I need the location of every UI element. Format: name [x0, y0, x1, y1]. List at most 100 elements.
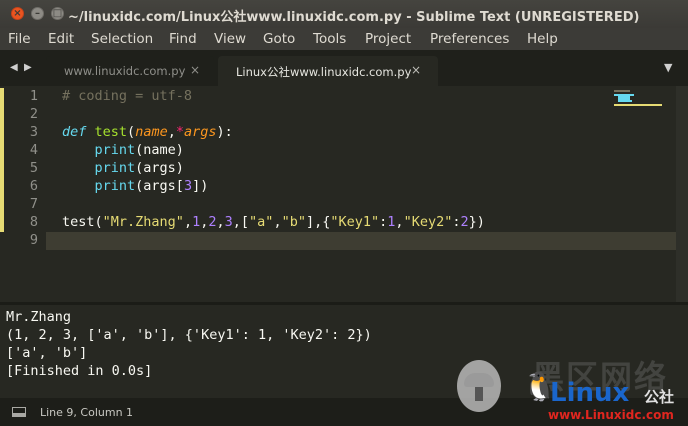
- output-line: Mr.Zhang: [6, 309, 72, 325]
- line-number: 9: [29, 232, 38, 248]
- code-line[interactable]: test("Mr.Zhang",1,2,3,["a","b"],{"Key1":…: [62, 214, 485, 232]
- close-window-button[interactable]: ×: [11, 7, 24, 20]
- menu-goto[interactable]: Goto: [263, 31, 295, 47]
- code-line[interactable]: # coding = utf-8: [62, 88, 192, 106]
- maximize-icon: □: [52, 8, 63, 19]
- code-token: ],{: [305, 214, 331, 230]
- menu-bar: File Edit Selection Find View Goto Tools…: [0, 28, 688, 50]
- output-line: ['a', 'b']: [6, 345, 88, 361]
- line-number: 8: [29, 214, 38, 230]
- code-token: (: [94, 214, 103, 230]
- code-token: # coding = utf-8: [62, 88, 193, 104]
- panel-toggle-icon[interactable]: [12, 407, 26, 417]
- code-token: print: [94, 160, 136, 176]
- watermark-mushroom-stem: [475, 387, 483, 401]
- code-line[interactable]: print(args): [62, 160, 184, 178]
- code-token: (args[: [135, 178, 184, 194]
- code-token: def: [62, 124, 87, 140]
- code-token: (args): [135, 160, 184, 176]
- code-token: 2: [208, 214, 217, 230]
- code-token: "Mr.Zhang": [102, 214, 184, 230]
- tab-linux-gongshe[interactable]: Linux公社www.linuxidc.com.py ×: [218, 56, 438, 86]
- line-number: 7: [29, 196, 38, 212]
- code-line[interactable]: def test(name,*args):: [62, 124, 233, 142]
- tab-bar: ◀ ▶ www.linuxidc.com.py × Linux公社www.lin…: [0, 50, 688, 86]
- code-token: ,: [273, 214, 282, 230]
- code-token: 1: [192, 214, 201, 230]
- editor-scrollbar[interactable]: [676, 86, 688, 302]
- line-number: 6: [29, 178, 38, 194]
- watermark: 黑区网络 🐧 Linux 公社 www.Linuxidc.com: [452, 340, 688, 426]
- menu-file[interactable]: File: [8, 31, 31, 47]
- code-token: test: [94, 124, 128, 140]
- watermark-mushroom-icon: [464, 373, 494, 387]
- code-token: ]): [192, 178, 209, 194]
- cursor-position: Line 9, Column 1: [40, 406, 134, 419]
- tab-nav-right-icon[interactable]: ▶: [24, 62, 32, 73]
- code-token: "b": [281, 214, 306, 230]
- code-line[interactable]: print(args[3]): [62, 178, 209, 196]
- code-token: *: [175, 124, 184, 140]
- code-token: "Key1": [330, 214, 380, 230]
- tab-nav-left-icon[interactable]: ◀: [10, 62, 18, 73]
- code-token: ,: [395, 214, 404, 230]
- code-token: 3: [183, 178, 193, 194]
- line-number: 1: [29, 88, 38, 104]
- menu-find[interactable]: Find: [169, 31, 197, 47]
- minimap-line: [614, 90, 630, 92]
- tab-label: Linux公社www.linuxidc.com.py: [236, 65, 412, 79]
- code-token: }): [468, 214, 485, 230]
- watermark-brand: Linux: [550, 378, 630, 408]
- current-line-highlight: [46, 232, 688, 250]
- output-line: (1, 2, 3, ['a', 'b'], {'Key1': 1, 'Key2'…: [6, 327, 372, 343]
- code-token: print: [94, 142, 136, 158]
- title-bar: × – □ ~/linuxidc.com/Linux公社www.linuxidc…: [0, 0, 688, 28]
- minimap-line: [614, 104, 662, 106]
- minimize-window-button[interactable]: –: [31, 7, 44, 20]
- menu-project[interactable]: Project: [365, 31, 411, 47]
- minimap[interactable]: [614, 90, 664, 106]
- window-title: ~/linuxidc.com/Linux公社www.linuxidc.com.p…: [68, 10, 640, 25]
- code-token: test: [62, 214, 95, 230]
- code-token: ,: [167, 124, 176, 140]
- code-token: 3: [224, 214, 233, 230]
- code-token: (: [127, 124, 136, 140]
- line-number: 3: [29, 124, 38, 140]
- line-number: 4: [29, 142, 38, 158]
- code-token: print: [94, 178, 136, 194]
- watermark-brand-cn: 公社: [644, 388, 675, 406]
- code-token: name: [135, 124, 168, 140]
- code-token: ,[: [232, 214, 250, 230]
- code-token: (name): [135, 142, 184, 158]
- menu-tools[interactable]: Tools: [313, 31, 346, 47]
- close-icon: ×: [13, 8, 22, 19]
- line-number: 2: [29, 106, 38, 122]
- code-token: args: [183, 124, 217, 140]
- code-line[interactable]: print(name): [62, 142, 184, 160]
- tab-www-linuxidc[interactable]: www.linuxidc.com.py ×: [46, 56, 214, 86]
- code-token: "Key2": [403, 214, 453, 230]
- menu-view[interactable]: View: [214, 31, 246, 47]
- menu-selection[interactable]: Selection: [91, 31, 153, 47]
- code-token: ,: [183, 214, 193, 230]
- watermark-url: www.Linuxidc.com: [548, 408, 674, 422]
- maximize-window-button[interactable]: □: [51, 7, 64, 20]
- code-editor[interactable]: 123456789 # coding = utf-8 def test(name,…: [0, 86, 688, 302]
- menu-help[interactable]: Help: [527, 31, 558, 47]
- line-number: 5: [29, 160, 38, 176]
- code-token: ,: [216, 214, 225, 230]
- tab-close-icon[interactable]: ×: [411, 63, 421, 77]
- menu-preferences[interactable]: Preferences: [430, 31, 509, 47]
- code-token: "a": [249, 214, 274, 230]
- menu-edit[interactable]: Edit: [48, 31, 74, 47]
- code-token: ):: [216, 124, 233, 140]
- tab-close-icon[interactable]: ×: [190, 63, 200, 77]
- code-token: 2: [460, 214, 469, 230]
- minimap-line: [618, 100, 632, 102]
- minimize-icon: –: [35, 8, 40, 19]
- tab-list-dropdown-icon[interactable]: ▼: [664, 61, 672, 74]
